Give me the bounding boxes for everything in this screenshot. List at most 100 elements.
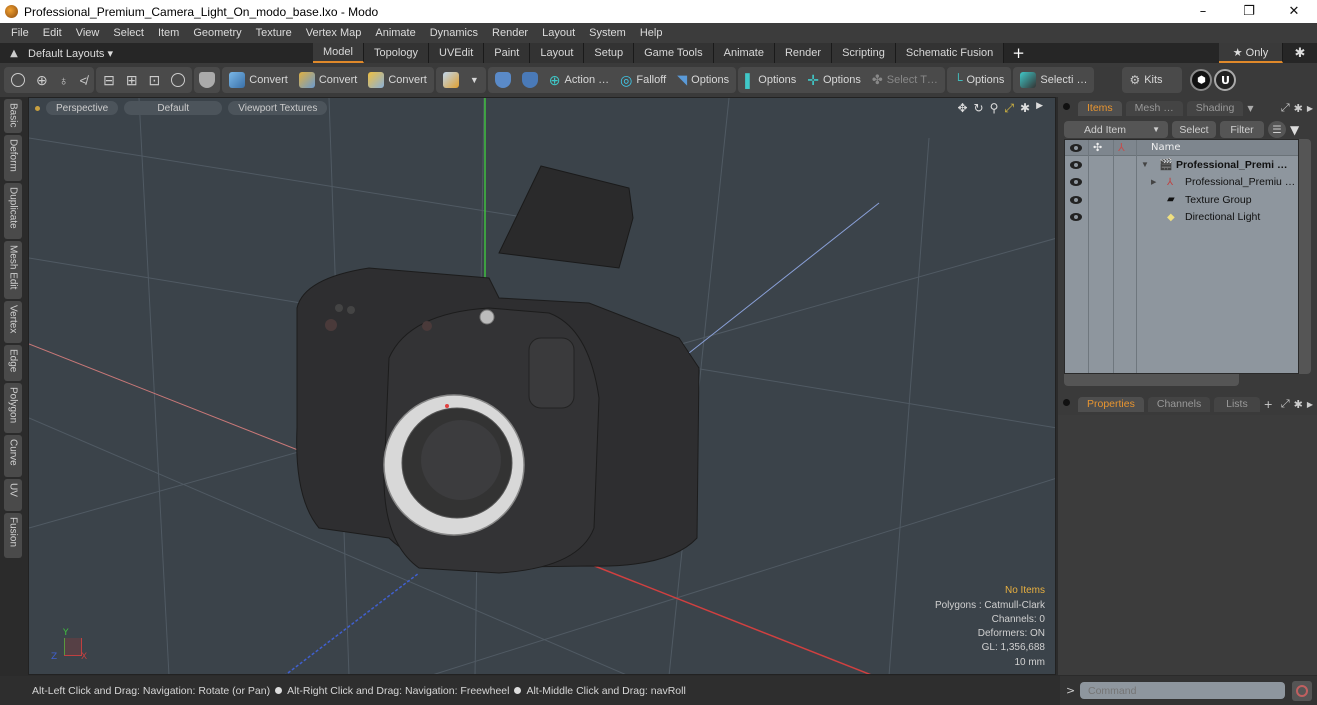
menu-view[interactable]: View (69, 27, 107, 39)
only-toggle[interactable]: ★ Only (1219, 43, 1283, 63)
palette-tab-uv[interactable]: UV (4, 479, 22, 511)
convert-button-1[interactable]: Convert (224, 69, 293, 91)
tabs-dropdown-arrow[interactable]: ▼ (1247, 104, 1253, 113)
element-button[interactable]: ⊡ (144, 69, 166, 91)
tab-channels[interactable]: Channels (1147, 396, 1211, 412)
tab-model[interactable]: Model (313, 43, 364, 63)
add-item-dropdown[interactable]: Add Item ▼ (1064, 121, 1168, 138)
panel-more-arrow-icon[interactable]: ▶ (1307, 400, 1313, 409)
menu-select[interactable]: Select (106, 27, 151, 39)
view-mode-dropdown[interactable]: Perspective (46, 101, 119, 115)
panel-gear-icon[interactable]: ✱ (1294, 102, 1303, 115)
maximize-icon[interactable]: ⤢ (1004, 101, 1014, 116)
render-engine-button[interactable]: ⬢ (1190, 69, 1213, 91)
layout-settings-gear-icon[interactable]: ✱ (1283, 46, 1317, 61)
options-button-4[interactable]: └ Options (949, 69, 1009, 91)
tab-mesh[interactable]: Mesh … (1125, 100, 1183, 116)
tab-render[interactable]: Render (774, 43, 833, 63)
tree-row-directional-light[interactable]: ◆ Directional Light (1065, 209, 1298, 227)
tree-row-scene[interactable]: ▼ 🎬 Professional_Premi … (1065, 156, 1298, 174)
options-button-1[interactable]: ◥ Options (672, 69, 734, 91)
pan-move-icon[interactable]: ✥ (957, 101, 967, 116)
palette-tab-deform[interactable]: Deform (4, 135, 22, 181)
center-button[interactable]: ⊞ (121, 69, 143, 91)
menu-item[interactable]: Item (151, 27, 186, 39)
menu-system[interactable]: System (582, 27, 633, 39)
menu-geometry[interactable]: Geometry (186, 27, 248, 39)
pivot-button[interactable]: ⊟ (98, 69, 120, 91)
list-options-icon[interactable]: ☰ (1268, 121, 1286, 138)
rotate-icon[interactable]: ↻ (974, 101, 984, 116)
select-edges-button[interactable]: ⊕ (31, 69, 53, 91)
panel-expand-icon[interactable]: ⤢ (1281, 397, 1290, 411)
add-layout-tab-button[interactable]: + (1004, 44, 1033, 62)
visibility-eye-icon[interactable] (1070, 195, 1082, 204)
palette-tab-duplicate[interactable]: Duplicate (4, 183, 22, 239)
select-tool-button[interactable]: ✤ Select T… (867, 69, 943, 91)
lock-column-icon[interactable]: ✣ (1093, 141, 1102, 154)
tab-properties[interactable]: Properties (1078, 396, 1144, 412)
select-items-button[interactable]: ≮ (74, 69, 92, 91)
tab-schematic-fusion[interactable]: Schematic Fusion (895, 43, 1005, 63)
minimize-button[interactable]: – (1180, 0, 1226, 23)
tab-animate[interactable]: Animate (713, 43, 775, 63)
tab-paint[interactable]: Paint (484, 43, 531, 63)
camera-model[interactable] (296, 165, 700, 574)
menu-dynamics[interactable]: Dynamics (423, 27, 485, 39)
palette-tab-mesh-edit[interactable]: Mesh Edit (4, 241, 22, 299)
collapse-arrow-icon[interactable]: ▼ (1141, 160, 1149, 169)
snap-button[interactable] (490, 69, 516, 91)
layout-up-icon[interactable]: ▲ (0, 48, 28, 59)
items-horizontal-scrollbar[interactable] (1064, 374, 1239, 386)
viewport-more-arrow-icon[interactable]: ▶ (1036, 101, 1043, 116)
item-type-column-icon[interactable]: ⅄ (1118, 141, 1125, 154)
unreal-button[interactable]: U (1214, 69, 1237, 91)
restore-button[interactable]: ❐ (1226, 0, 1272, 23)
panel-gear-icon[interactable]: ✱ (1294, 398, 1303, 411)
filter-button[interactable]: Filter (1220, 121, 1264, 138)
add-tab-button[interactable]: + (1264, 398, 1273, 411)
clock-button[interactable] (166, 69, 190, 91)
tab-scripting[interactable]: Scripting (832, 43, 896, 63)
tab-game-tools[interactable]: Game Tools (634, 43, 714, 63)
3d-viewport[interactable]: Perspective Default Viewport Textures ✥ … (28, 97, 1056, 675)
items-vertical-scrollbar[interactable] (1299, 139, 1311, 374)
menu-edit[interactable]: Edit (36, 27, 69, 39)
command-record-button[interactable] (1292, 680, 1312, 701)
palette-tab-vertex[interactable]: Vertex (4, 301, 22, 343)
expand-arrow-icon[interactable]: ▶ (1151, 178, 1156, 186)
viewport-textures-dropdown[interactable]: Viewport Textures (228, 101, 328, 115)
select-button[interactable]: Select (1172, 121, 1216, 138)
funnel-filter-icon[interactable]: ▼ (1290, 123, 1299, 137)
falloff-button[interactable]: ◎ Falloff (615, 69, 671, 91)
options-button-3[interactable]: ✛ Options (802, 69, 866, 91)
tab-uvedit[interactable]: UVEdit (429, 43, 485, 63)
visibility-eye-icon[interactable] (1070, 213, 1082, 222)
zoom-magnifier-icon[interactable]: ⚲ (990, 101, 999, 116)
convert-button-3[interactable]: Convert (363, 69, 432, 91)
convert-button-2[interactable]: Convert (294, 69, 363, 91)
palette-tab-fusion[interactable]: Fusion (4, 513, 22, 558)
cube-button[interactable] (438, 69, 464, 91)
options-button-2[interactable]: ▌ Options (740, 69, 801, 91)
viewport-menu-dot[interactable] (35, 105, 40, 111)
action-button[interactable]: ⊕ Action … (544, 69, 614, 91)
visibility-column-eye-icon[interactable] (1070, 143, 1082, 152)
palette-tab-basic[interactable]: Basic (4, 99, 22, 133)
cube-dropdown-arrow[interactable]: ▼ (465, 69, 484, 91)
menu-layout[interactable]: Layout (535, 27, 582, 39)
shield-button[interactable] (194, 67, 221, 93)
tab-topology[interactable]: Topology (363, 43, 430, 63)
tab-lists[interactable]: Lists (1214, 396, 1260, 412)
tab-layout[interactable]: Layout (530, 43, 585, 63)
tab-setup[interactable]: Setup (584, 43, 635, 63)
name-column-header[interactable]: Name (1151, 142, 1181, 153)
tab-items[interactable]: Items (1078, 100, 1122, 116)
menu-animate[interactable]: Animate (368, 27, 422, 39)
kits-button[interactable]: ⚙ Kits (1124, 69, 1167, 91)
panel-expand-icon[interactable]: ⤢ (1281, 101, 1290, 115)
shading-mode-dropdown[interactable]: Default (124, 101, 223, 115)
menu-render[interactable]: Render (485, 27, 535, 39)
menu-vertex-map[interactable]: Vertex Map (299, 27, 369, 39)
visibility-eye-icon[interactable] (1070, 178, 1082, 187)
